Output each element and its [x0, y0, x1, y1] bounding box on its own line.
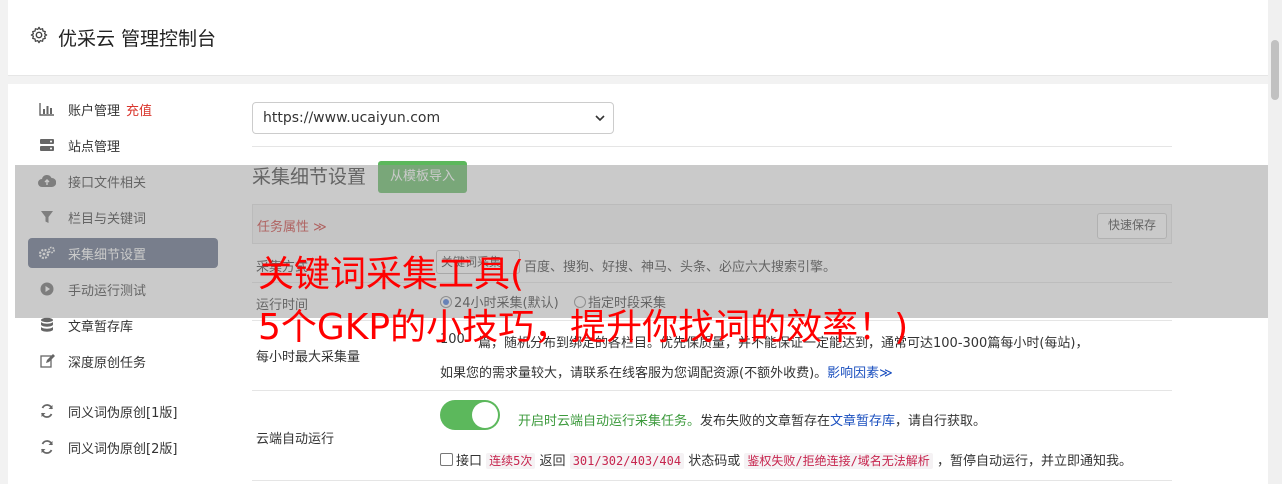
max-description-2: 如果您的需求量较大，请联系在线客服为您调配资源(不额外收费)。影响因素≫: [440, 362, 893, 381]
refresh-icon: [38, 403, 56, 419]
text: ，请自行获取。: [895, 414, 987, 429]
sidebar-item-sites[interactable]: 站点管理: [28, 130, 218, 160]
on-text: 开启时云端自动运行采集任务。: [518, 414, 701, 429]
bar-chart-icon: [38, 101, 56, 117]
banner-text: 关键词采集工具( 5个GKP的小技巧，提升你找词的效率！): [258, 248, 908, 354]
sidebar-item-label: 同义词伪原创[1版]: [68, 405, 178, 421]
checkbox[interactable]: [440, 453, 453, 466]
banner-line-2: 5个GKP的小技巧，提升你找词的效率！): [258, 307, 909, 348]
code-consecutive: 连续5次: [486, 453, 536, 469]
recharge-link[interactable]: 充值: [126, 100, 152, 119]
cloud-auto-toggle[interactable]: [440, 400, 500, 430]
text: 发布失败的文章暂存在: [700, 414, 831, 429]
app-header: 优采云 管理控制台: [8, 0, 1282, 76]
sidebar-item-synonym-v1[interactable]: 同义词伪原创[1版]: [28, 396, 218, 426]
sidebar-item-synonym-v2[interactable]: 同义词伪原创[2版]: [28, 432, 218, 462]
row-cloud-auto: 云端自动运行 开启时云端自动运行采集任务。发布失败的文章暂存在文章暂存库，请自行…: [252, 390, 1172, 481]
sidebar-item-label: 站点管理: [68, 139, 121, 155]
chevron-down-icon: [595, 115, 605, 122]
cloud-description: 开启时云端自动运行采集任务。发布失败的文章暂存在文章暂存库，请自行获取。: [518, 410, 986, 429]
code-status: 301/302/403/404: [569, 453, 685, 469]
divider: [252, 146, 1172, 147]
text: ，暂停自动运行，并立即通知我。: [936, 454, 1132, 469]
scrollbar[interactable]: [1268, 0, 1282, 484]
gear-icon: [30, 26, 48, 44]
refresh-icon: [38, 439, 56, 455]
banner-line-1: 关键词采集工具(: [258, 254, 525, 295]
site-select-value: https://www.ucaiyun.com: [263, 110, 441, 126]
server-icon: [38, 137, 56, 153]
sidebar-item-account[interactable]: 账户管理 充值: [28, 94, 218, 124]
code-errors: 鉴权失败/拒绝连接/域名无法解析: [744, 453, 933, 469]
row-label: 云端自动运行: [256, 432, 335, 447]
site-select[interactable]: https://www.ucaiyun.com: [252, 102, 614, 134]
sidebar-item-label: 同义词伪原创[2版]: [68, 441, 178, 457]
cloud-pause-rule: 接口 连续5次 返回 301/302/403/404 状态码或 鉴权失败/拒绝连…: [440, 450, 1132, 469]
scrollbar-thumb[interactable]: [1271, 40, 1279, 100]
text: 返回: [539, 454, 566, 469]
edit-icon: [38, 353, 56, 369]
article-store-link[interactable]: 文章暂存库: [830, 414, 895, 429]
page-title: 优采云 管理控制台: [58, 28, 217, 50]
checkbox-label: 接口: [456, 454, 483, 469]
toggle-knob: [472, 402, 498, 428]
sidebar-divider: [28, 382, 218, 396]
sidebar-item-label: 文章暂存库: [68, 319, 134, 335]
database-icon: [38, 317, 56, 333]
sidebar-item-deep-original[interactable]: 深度原创任务: [28, 346, 218, 376]
sidebar-item-label: 账户管理: [68, 103, 121, 119]
impact-factors-link[interactable]: 影响因素≫: [827, 366, 893, 381]
sidebar-item-label: 深度原创任务: [68, 355, 147, 371]
text: 状态码或: [688, 454, 741, 469]
text: 如果您的需求量较大，请联系在线客服为您调配资源(不额外收费)。: [440, 366, 828, 381]
